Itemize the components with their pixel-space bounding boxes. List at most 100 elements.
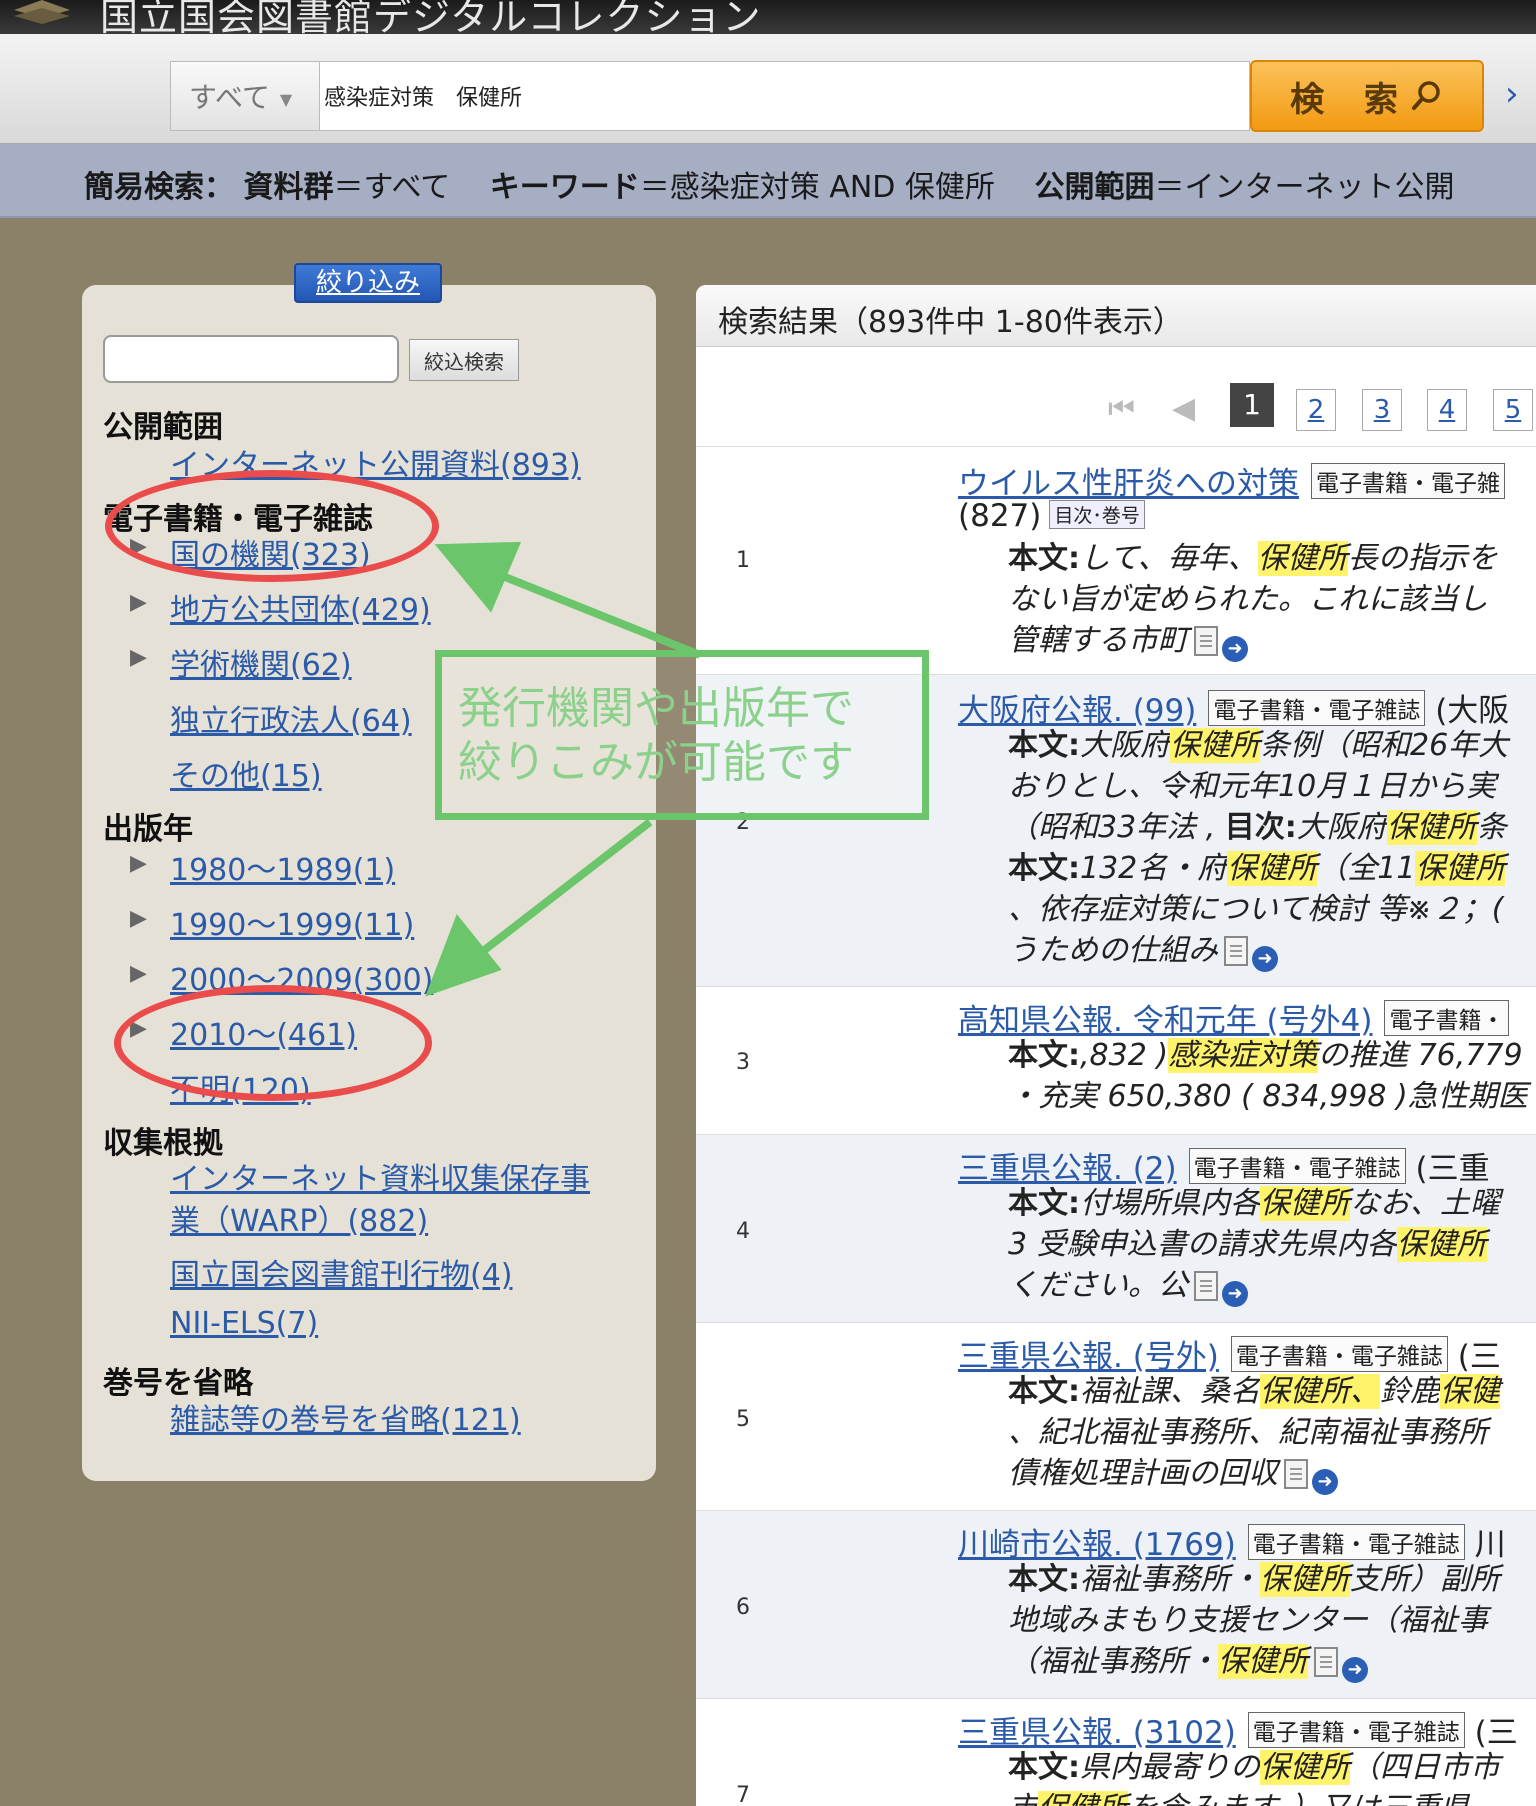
material-type-tag: 電子書籍・電子雑 <box>1311 463 1505 499</box>
result-title-line: 川崎市公報. (1769) 電子書籍・電子雑誌 川 <box>958 1519 1506 1564</box>
result-title-link[interactable]: 川崎市公報. (1769) <box>958 1527 1236 1563</box>
result-row: 5 三重県公報. (号外) 電子書籍・電子雑誌 (三 本文:福祉課、桑名保健所、鈴… <box>696 1323 1536 1511</box>
highlight-circle-year <box>114 985 432 1101</box>
library-logo-icon <box>14 0 70 24</box>
result-extra: (827) <box>958 498 1042 534</box>
annotation-text: 発行機関や出版年で 絞りこみが可能です <box>458 682 918 790</box>
result-snippet: 本文:福祉課、桑名保健所、鈴鹿保健 、紀北福祉事務所、紀南福祉事務所 債権処理計… <box>1008 1371 1500 1495</box>
annotation-line-1: 発行機関や出版年で <box>458 683 854 734</box>
page-link[interactable]: 5 <box>1493 389 1533 431</box>
expand-arrow-icon[interactable]: ▶ <box>130 851 147 876</box>
search-button[interactable]: 検 索 <box>1250 60 1484 132</box>
chevron-down-icon: ▼ <box>279 89 293 109</box>
document-icon[interactable] <box>1314 1647 1338 1677</box>
result-title-link[interactable]: 三重県公報. (2) <box>958 1151 1177 1187</box>
material-type-tag: 電子書籍・電子雑誌 <box>1188 1148 1406 1184</box>
result-title-line: 三重県公報. (3102) 電子書籍・電子雑誌 (三 <box>958 1707 1518 1752</box>
arrow-right-circle-icon[interactable]: ➜ <box>1312 1469 1338 1495</box>
expand-arrow-icon[interactable]: ▶ <box>130 590 147 615</box>
result-row: 4 三重県公報. (2) 電子書籍・電子雑誌 (三重 本文:付場所県内各保健所なお… <box>696 1135 1536 1323</box>
conditions-prefix: 簡易検索： <box>84 170 234 205</box>
page-link[interactable]: 2 <box>1296 389 1336 431</box>
condition-range-key: 公開範囲 <box>1034 170 1155 205</box>
page-current: 1 <box>1230 383 1274 427</box>
facet-search-input[interactable] <box>103 335 399 383</box>
chevron-right-icon[interactable]: › <box>1505 74 1519 114</box>
condition-group-value: ＝すべて <box>333 170 481 205</box>
result-snippet: 本文:付場所県内各保健所なお、土曜 3 受験申込書の請求先県内各保健所 ください… <box>1008 1183 1500 1307</box>
search-input[interactable]: 感染症対策 保健所 <box>320 61 1250 131</box>
facet-item-independent-agency[interactable]: 独立行政法人(64) <box>170 696 412 740</box>
result-number: 5 <box>736 1407 750 1432</box>
results-panel: 検索結果（893件中 1-80件表示） ⏮ ◀ 1 2 3 4 5 1 ウイルス… <box>696 285 1536 1806</box>
search-icon <box>1411 81 1440 110</box>
arrow-right-circle-icon[interactable]: ➜ <box>1222 1281 1248 1307</box>
result-snippet: 本文:福祉事務所・保健所支所）副所 地域みまもり支援センター（福祉事 （福祉事務… <box>1008 1559 1500 1683</box>
result-title-link[interactable]: 高知県公報. 令和元年 (号外4) <box>958 1003 1372 1039</box>
document-icon[interactable] <box>1284 1459 1308 1489</box>
result-snippet: 本文:,832 )感染症対策の推進 76,779 ・充実 650,380 ( 8… <box>1008 1038 1528 1114</box>
arrow-right-circle-icon[interactable]: ➜ <box>1222 636 1248 662</box>
search-bar: すべて ▼ 感染症対策 保健所 検 索 › <box>0 34 1536 144</box>
result-title-line: 三重県公報. (2) 電子書籍・電子雑誌 (三重 <box>958 1143 1490 1188</box>
facet-item-year-1980s[interactable]: 1980～1989(1) <box>170 845 395 889</box>
expand-arrow-icon[interactable]: ▶ <box>130 645 147 670</box>
facet-item-warp-line2[interactable]: 業（WARP）(882) <box>170 1196 428 1240</box>
result-snippet: 本文:大阪府保健所条例（昭和26年大 おりとし、令和元年10月１日から実 （昭和… <box>1008 725 1508 972</box>
result-number: 3 <box>736 1050 750 1075</box>
condition-keyword-value: ＝感染症対策 AND 保健所 <box>639 170 1025 205</box>
facet-item-year-1990s[interactable]: 1990～1999(11) <box>170 900 414 944</box>
scope-select-label: すべて <box>189 81 270 114</box>
search-button-label: 検 索 <box>1290 79 1412 120</box>
title-bar: 国立国会図書館デジタルコレクション <box>0 0 1536 34</box>
material-type-tag: 電子書籍・ <box>1384 1000 1510 1036</box>
result-title-link[interactable]: 三重県公報. (号外) <box>958 1339 1219 1375</box>
document-icon[interactable] <box>1194 626 1218 656</box>
condition-group-key: 資料群 <box>243 170 334 205</box>
result-title-line: ウイルス性肝炎への対策 電子書籍・電子雑 <box>958 458 1505 503</box>
result-number: 6 <box>736 1595 750 1620</box>
first-page-icon[interactable]: ⏮ <box>1108 391 1135 426</box>
result-snippet: 本文:県内最寄りの保健所（四日市市 市保健所を含みます。）又は三重県 <box>1008 1747 1500 1806</box>
condition-range-value: ＝インターネット公開 <box>1154 170 1455 205</box>
result-title-link[interactable]: 大阪府公報. (99) <box>958 693 1196 729</box>
result-number: 4 <box>736 1219 750 1244</box>
document-icon[interactable] <box>1224 936 1248 966</box>
result-number: 7 <box>736 1783 750 1806</box>
facet-item-nii-els[interactable]: NII-ELS(7) <box>170 1306 318 1341</box>
facet-item-warp-line1[interactable]: インターネット資料収集保存事 <box>170 1154 590 1198</box>
pagination: ⏮ ◀ 1 2 3 4 5 <box>696 347 1536 447</box>
facet-item-omit-volume[interactable]: 雑誌等の巻号を省略(121) <box>170 1395 521 1439</box>
search-conditions-bar: 簡易検索： 資料群＝すべて キーワード＝感染症対策 AND 保健所 公開範囲＝イ… <box>0 144 1536 218</box>
expand-arrow-icon[interactable]: ▶ <box>130 961 147 986</box>
facet-panel-title[interactable]: 絞り込み <box>294 263 442 303</box>
results-header: 検索結果（893件中 1-80件表示） <box>696 285 1536 347</box>
document-icon[interactable] <box>1194 1271 1218 1301</box>
facet-item-other[interactable]: その他(15) <box>170 751 322 795</box>
prev-page-icon[interactable]: ◀ <box>1172 391 1195 426</box>
facet-item-local-gov[interactable]: 地方公共団体(429) <box>170 585 431 629</box>
result-row: 3 高知県公報. 令和元年 (号外4) 電子書籍・ 本文:,832 )感染症対策の… <box>696 987 1536 1135</box>
page-link[interactable]: 3 <box>1362 389 1402 431</box>
annotation-line-2: 絞りこみが可能です <box>458 737 854 788</box>
expand-arrow-icon[interactable]: ▶ <box>130 906 147 931</box>
result-title-link[interactable]: ウイルス性肝炎への対策 <box>958 466 1299 502</box>
result-row: 6 川崎市公報. (1769) 電子書籍・電子雑誌 川 本文:福祉事務所・保健所支… <box>696 1511 1536 1699</box>
result-title-line: 三重県公報. (号外) 電子書籍・電子雑誌 (三 <box>958 1331 1501 1376</box>
material-type-tag: 電子書籍・電子雑誌 <box>1247 1524 1465 1560</box>
toc-volume-button[interactable]: 目次･巻号 <box>1049 500 1145 529</box>
arrow-right-circle-icon[interactable]: ➜ <box>1342 1657 1368 1683</box>
page-link[interactable]: 4 <box>1427 389 1467 431</box>
facet-item-ndl-publications[interactable]: 国立国会図書館刊行物(4) <box>170 1250 513 1294</box>
condition-keyword-key: キーワード <box>489 170 640 205</box>
scope-select[interactable]: すべて ▼ <box>170 61 320 131</box>
result-title-line: 大阪府公報. (99) 電子書籍・電子雑誌 (大阪 <box>958 685 1509 730</box>
material-type-tag: 電子書籍・電子雑誌 <box>1208 690 1426 726</box>
result-row: 7 三重県公報. (3102) 電子書籍・電子雑誌 (三 本文:県内最寄りの保健所… <box>696 1699 1536 1806</box>
facet-item-academic[interactable]: 学術機関(62) <box>170 640 352 684</box>
site-title[interactable]: 国立国会図書館デジタルコレクション <box>100 0 761 34</box>
facet-search-button[interactable]: 絞込検索 <box>409 339 519 381</box>
facet-heading-year: 出版年 <box>103 812 193 847</box>
result-title-link[interactable]: 三重県公報. (3102) <box>958 1715 1236 1751</box>
arrow-right-circle-icon[interactable]: ➜ <box>1252 946 1278 972</box>
